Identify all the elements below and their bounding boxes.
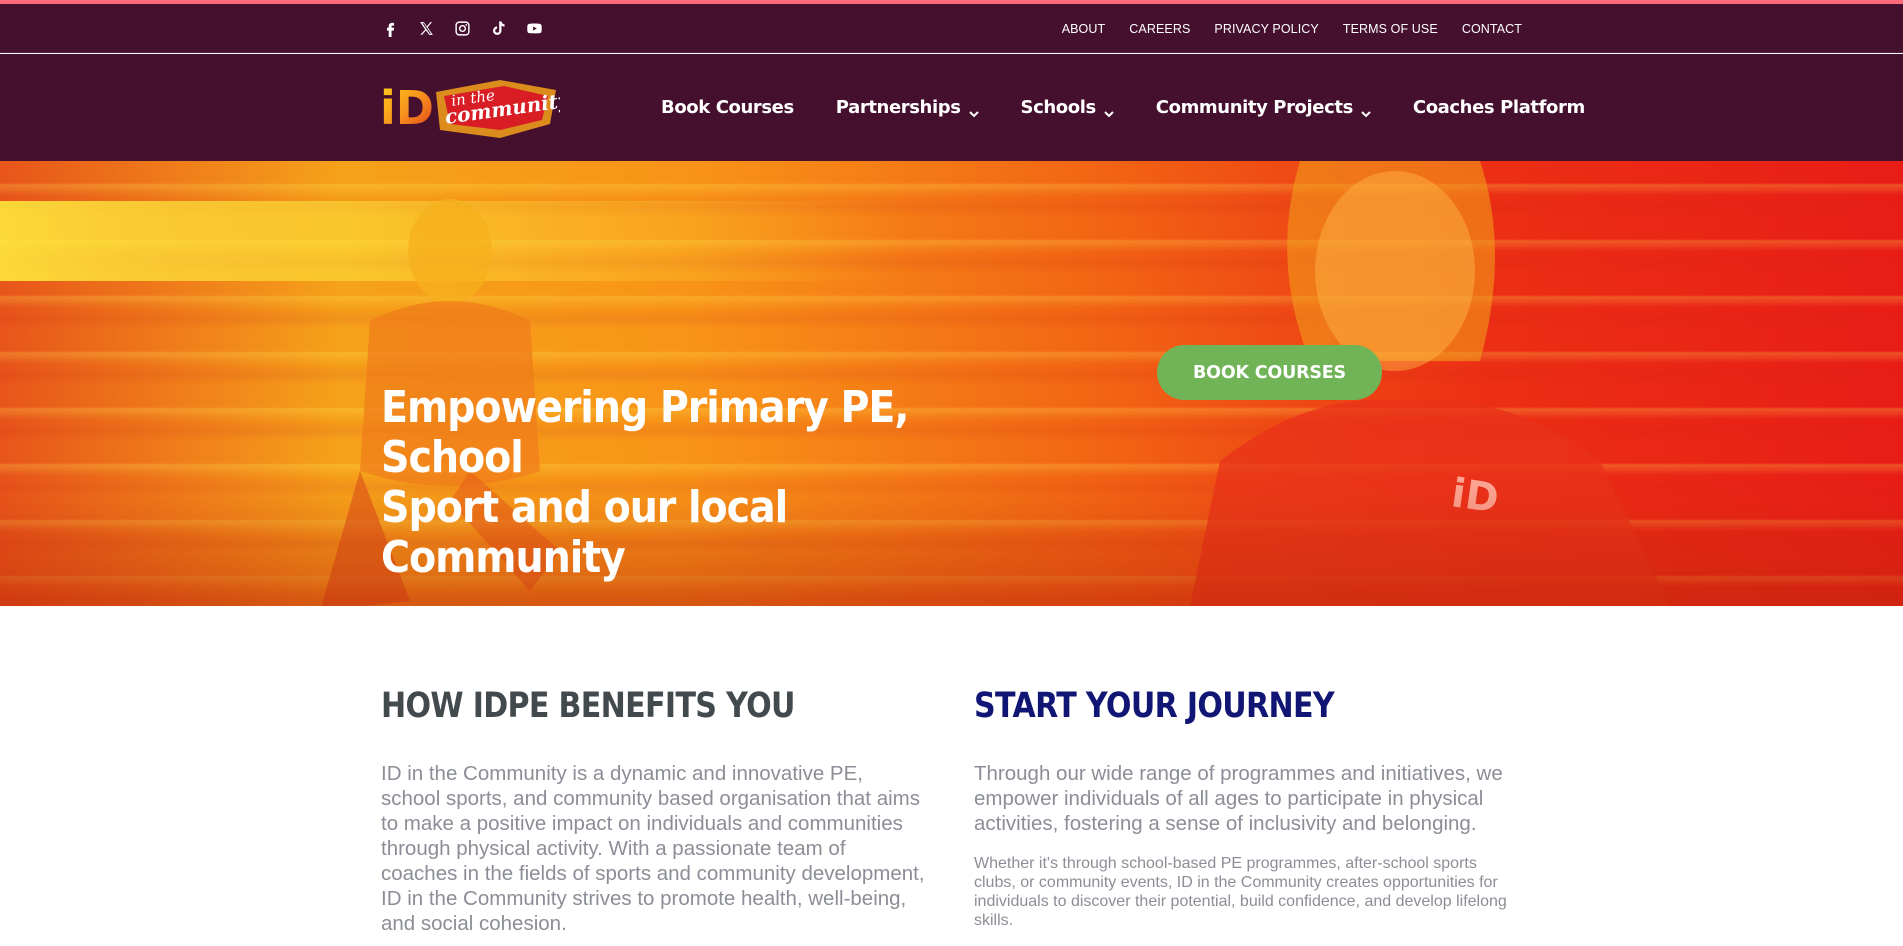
nav-schools-label: Schools <box>1020 97 1097 118</box>
book-courses-button[interactable]: BOOK COURSES <box>1157 345 1382 400</box>
instagram-icon[interactable] <box>453 19 472 38</box>
nav-community-projects[interactable]: Community Projects <box>1156 97 1371 118</box>
chevron-down-icon <box>968 103 979 117</box>
journey-heading: START YOUR JOURNEY <box>974 686 1335 726</box>
nav-community-projects-label: Community Projects <box>1155 97 1353 118</box>
chevron-down-icon <box>1361 103 1371 117</box>
nav-partnerships-label: Partnerships <box>835 97 961 118</box>
main-header: iD in the community Book Courses Partner… <box>0 54 1903 161</box>
primary-nav: Book Courses Partnerships Schools Commun… <box>661 54 1585 161</box>
benefits-heading: HOW IDPE BENEFITS YOU <box>381 686 795 726</box>
youtube-icon[interactable] <box>525 19 544 38</box>
journey-column: START YOUR JOURNEY Through our wide rang… <box>974 686 1519 930</box>
nav-coaches-platform-label: Coaches Platform <box>1412 97 1585 118</box>
nav-coaches-platform[interactable]: Coaches Platform <box>1413 97 1585 118</box>
privacy-policy-link[interactable]: PRIVACY POLICY <box>1214 22 1318 36</box>
nav-book-courses-label: Book Courses <box>661 97 794 118</box>
benefits-paragraph-1: ID in the Community is a dynamic and inn… <box>381 762 925 885</box>
chevron-down-icon <box>1104 103 1114 117</box>
hero-title-line1: Empowering Primary PE, School <box>381 382 909 483</box>
utility-nav: ABOUT CAREERS PRIVACY POLICY TERMS OF US… <box>1062 4 1522 53</box>
terms-of-use-link[interactable]: TERMS OF USE <box>1343 22 1438 36</box>
careers-link[interactable]: CAREERS <box>1129 22 1190 36</box>
top-utility-bar: ABOUT CAREERS PRIVACY POLICY TERMS OF US… <box>0 4 1903 53</box>
benefits-paragraph: ID in the Community is a dynamic and inn… <box>381 761 926 936</box>
nav-book-courses[interactable]: Book Courses <box>661 97 794 118</box>
site-logo[interactable]: iD in the community <box>380 72 572 142</box>
hero-banner: iD Empowering Primary PE, School Sport a… <box>0 161 1903 606</box>
nav-partnerships[interactable]: Partnerships <box>836 97 979 118</box>
hero-title: Empowering Primary PE, School Sport and … <box>381 383 993 583</box>
facebook-icon[interactable] <box>381 19 400 38</box>
journey-paragraph-1: Through our wide range of programmes and… <box>974 762 1503 835</box>
nav-schools[interactable]: Schools <box>1021 97 1114 118</box>
benefits-paragraph-2: ID in the Community strives to promote h… <box>381 887 907 935</box>
benefits-column: HOW IDPE BENEFITS YOU ID in the Communit… <box>381 686 926 936</box>
tiktok-icon[interactable] <box>489 19 508 38</box>
logo-mark: iD <box>380 81 434 135</box>
about-link[interactable]: ABOUT <box>1062 22 1106 36</box>
hero-title-line2: Sport and our local Community <box>381 482 788 583</box>
contact-link[interactable]: CONTACT <box>1462 22 1522 36</box>
journey-paragraph-2: Whether it's through school-based PE pro… <box>974 855 1507 929</box>
x-twitter-icon[interactable] <box>417 19 436 38</box>
social-links <box>381 4 544 53</box>
